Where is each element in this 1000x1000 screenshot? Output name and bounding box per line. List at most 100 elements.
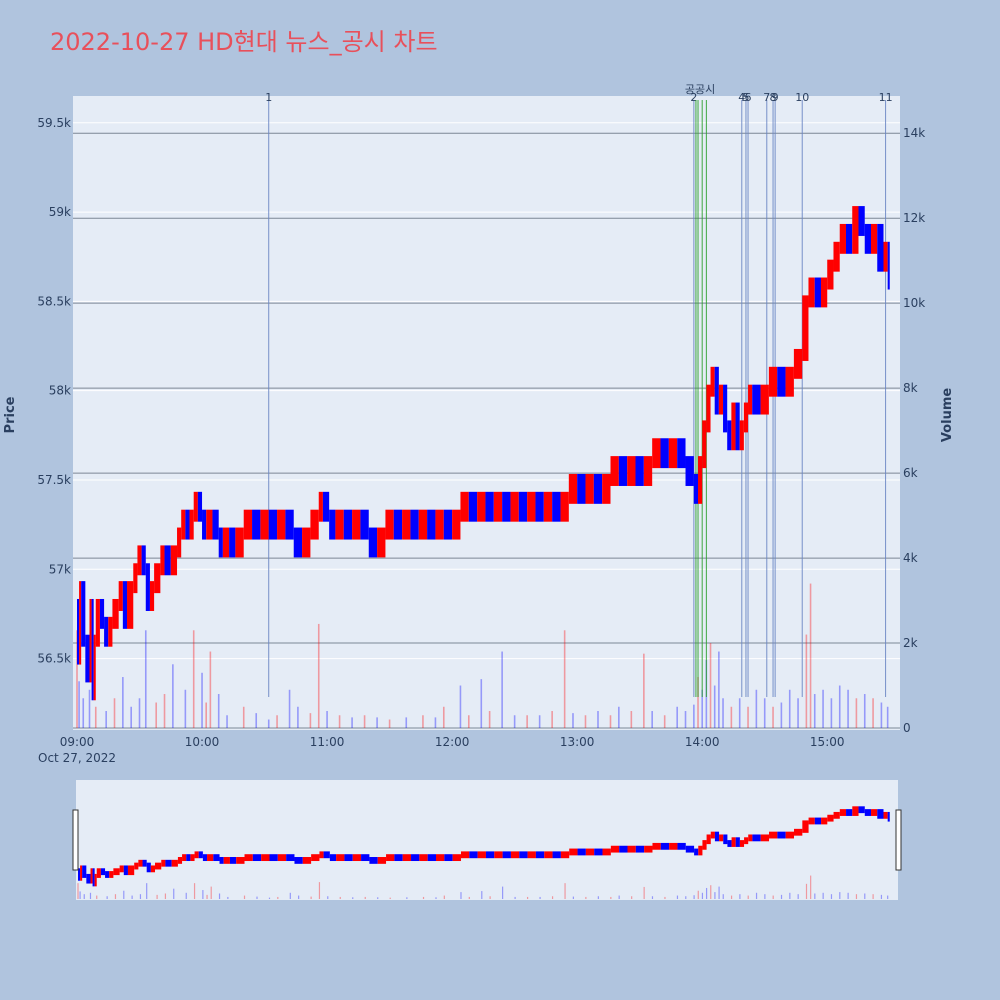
price-candle [493, 491, 503, 522]
mini-volume-bar [572, 896, 574, 899]
mini-price-candle [105, 871, 110, 878]
price-candle [181, 509, 186, 540]
price-candle [212, 509, 219, 540]
mini-volume-bar [739, 894, 741, 899]
range-slider-handle-right[interactable] [895, 809, 902, 871]
mini-price-candle [444, 854, 453, 862]
mini-price-candle [219, 857, 224, 864]
volume-bar [747, 706, 749, 728]
price-candle [418, 509, 428, 540]
volume-bar [813, 694, 816, 728]
price-candle [808, 277, 815, 308]
volume-tick-label: 6k [903, 466, 918, 480]
mini-price-candle [748, 834, 753, 842]
mini-price-candle [839, 809, 847, 816]
price-candle [93, 634, 96, 701]
volume-bar [138, 698, 141, 728]
volume-bar [718, 651, 720, 728]
mini-volume-bar [718, 886, 720, 899]
mini-price-candle [80, 865, 83, 881]
volume-bar [434, 717, 437, 728]
mini-price-candle [677, 842, 686, 850]
mini-volume-bar [389, 897, 391, 899]
price-candle [137, 545, 142, 576]
mini-volume-bar [805, 883, 808, 899]
mini-volume-bar [551, 896, 554, 899]
volume-bar [693, 704, 695, 728]
volume-tick-label: 14k [903, 126, 925, 140]
mini-volume-bar [352, 897, 354, 899]
price-candle [218, 527, 223, 558]
mini-volume-bar [83, 894, 85, 899]
mini-price-candle [202, 854, 208, 862]
price-candle [368, 527, 378, 558]
price-candle [585, 473, 594, 504]
mini-price-candle [535, 851, 545, 859]
mini-price-candle [635, 845, 645, 853]
price-candle [285, 509, 294, 540]
volume-bar [809, 583, 812, 728]
mini-price-candle [698, 845, 703, 856]
price-candle [177, 527, 182, 558]
range-slider-handle-left[interactable] [72, 809, 79, 871]
mini-volume-bar [210, 886, 212, 899]
mini-price-candle [109, 871, 114, 878]
mini-price-candle [731, 837, 736, 847]
mini-price-candle [719, 834, 724, 842]
candlestick-chart[interactable]: 1 2 456 7 89 10 11공공시 56.5k57k57.5k58k58.5k59k… [0, 0, 1000, 1000]
mini-volume-bar [243, 895, 246, 899]
volume-bar [113, 698, 116, 728]
price-candle [222, 527, 230, 558]
mini-price-candle [477, 851, 486, 859]
price-candle [322, 491, 330, 522]
mini-price-candle [427, 854, 437, 862]
price-candle [149, 581, 155, 611]
mini-volume-bar [887, 895, 889, 899]
mini-price-candle [560, 851, 570, 859]
mini-volume-bar [693, 895, 695, 899]
volume-bar [526, 715, 528, 728]
mini-volume-bar [131, 895, 133, 899]
mini-volume-bar [855, 894, 858, 899]
mini-price-candle [386, 854, 395, 862]
mini-volume-bar [676, 895, 679, 899]
price-candle [710, 366, 715, 397]
price-tick-label: 58.5k [37, 294, 71, 308]
volume-tick-label: 2k [903, 636, 918, 650]
volume-bar [205, 702, 208, 728]
volume-bar [713, 685, 716, 728]
mini-volume-bar [277, 896, 279, 899]
volume-bar [572, 713, 574, 728]
range-slider[interactable] [76, 780, 898, 900]
mini-volume-bar [539, 896, 541, 899]
mini-volume-bar [156, 894, 158, 899]
volume-bar [192, 630, 195, 728]
mini-volume-bar [610, 896, 612, 899]
price-candle [154, 563, 161, 594]
price-candle [118, 581, 123, 611]
price-candle [452, 509, 461, 540]
time-tick-label: 15:00 [810, 735, 845, 749]
mini-price-candle [294, 857, 303, 864]
mini-price-candle [207, 854, 214, 862]
volume-bar [863, 694, 866, 728]
price-candle [735, 402, 740, 451]
time-tick-label: 13:00 [560, 735, 595, 749]
price-candle [568, 473, 578, 504]
price-candle [477, 491, 486, 522]
volume-bar [684, 711, 687, 728]
mini-price-candle [223, 857, 230, 864]
price-candle [731, 402, 736, 451]
volume-bar [255, 713, 258, 728]
volume-bar [788, 689, 791, 728]
price-candle [693, 473, 699, 504]
mini-volume-bar [318, 882, 321, 899]
volume-bar [886, 706, 889, 728]
price-candle [343, 509, 353, 540]
plot-area[interactable] [73, 96, 900, 730]
news-marker-label: 1 [265, 91, 272, 104]
price-candle [164, 545, 171, 576]
mini-price-candle [594, 848, 603, 856]
price-candle [160, 545, 165, 576]
mini-price-candle [702, 840, 707, 850]
